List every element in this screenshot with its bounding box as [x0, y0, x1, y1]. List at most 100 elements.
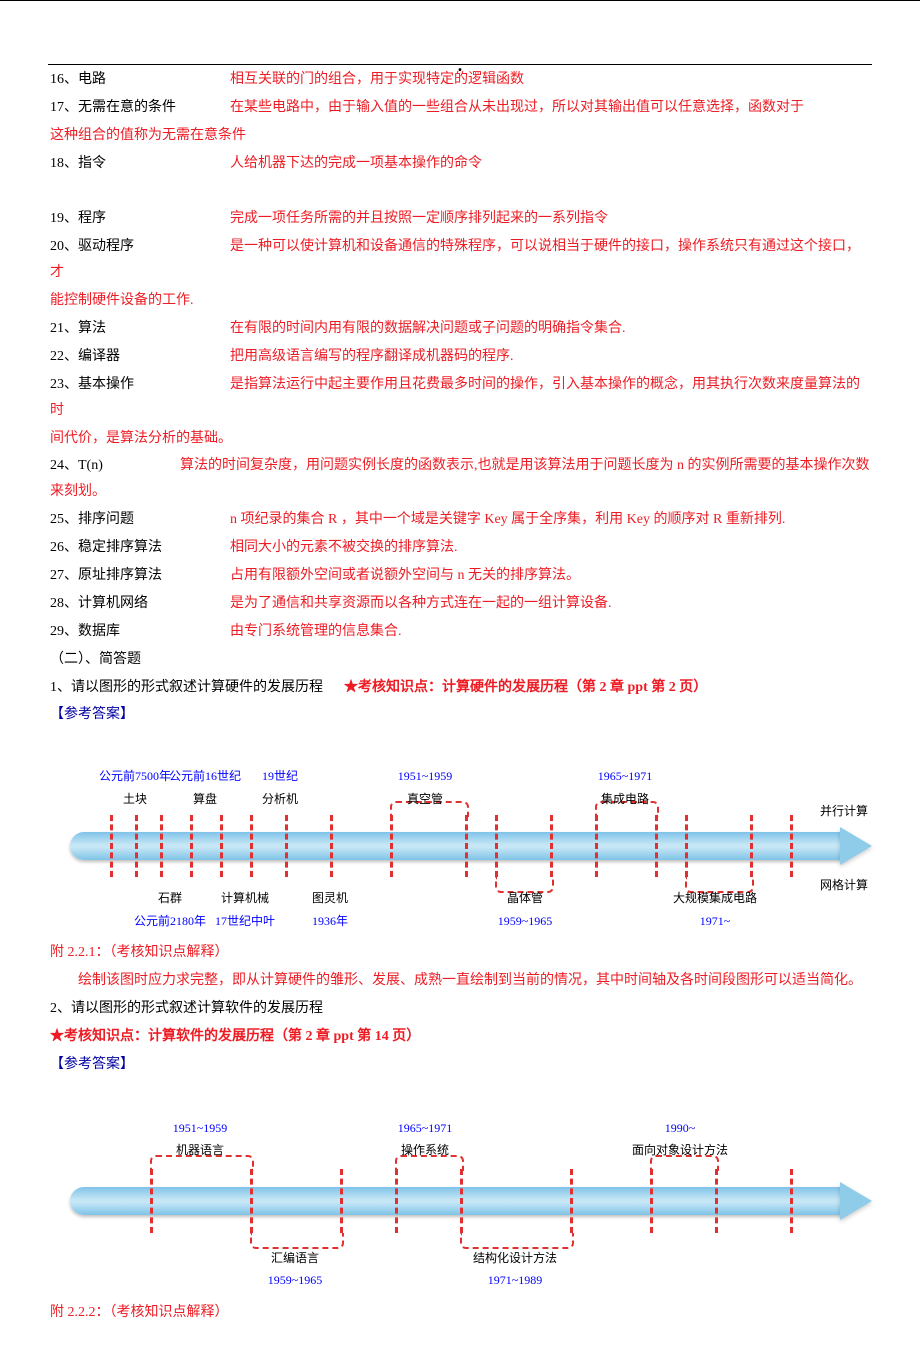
- timeline-label-top: 1951~1959机器语言: [173, 1117, 228, 1161]
- timeline-label-top: 1965~1971操作系统: [398, 1117, 453, 1161]
- timeline-label-top: 1951~1959真空管: [398, 765, 453, 809]
- q2-exam-point: ★考核知识点：计算软件的发展历程（第 2 章 ppt 第 14 页）: [50, 1023, 872, 1051]
- timeline-tick: [465, 815, 468, 877]
- section-heading: （二）、简答题: [50, 646, 872, 674]
- timeline-label-bottom: 石群公元前2180年: [134, 887, 206, 931]
- timeline-tick: [595, 815, 598, 877]
- answer-label-1: 【参考答案】: [50, 701, 872, 729]
- timeline-label-bottom: 晶体管1959~1965: [498, 887, 553, 931]
- term-label: 27、原址排序算法: [50, 563, 230, 589]
- timeline-tick: [685, 815, 688, 877]
- timeline-tick: [550, 815, 553, 877]
- timeline-arrow-icon: [840, 1182, 872, 1220]
- term-definition: 占用有限额外空间或者说额外空间与 n 无关的排序算法。: [230, 568, 580, 583]
- definition-continuation: 能控制硬件设备的工作.: [50, 287, 872, 315]
- timeline-tick: [250, 1169, 253, 1233]
- timeline-tick: [250, 815, 253, 877]
- spacer: [50, 178, 872, 206]
- timeline-label-bottom: 计算机械17世纪中叶: [215, 887, 275, 931]
- term-label: 19、程序: [50, 206, 230, 232]
- term-label: 24、T(n): [50, 453, 180, 479]
- term-definition: 完成一项任务所需的并且按照一定顺序排列起来的一系列指令: [230, 211, 608, 226]
- timeline-bar: [70, 832, 852, 860]
- timeline-tick: [395, 1169, 398, 1233]
- header-dot: .: [458, 49, 463, 82]
- timeline-arrow-icon: [840, 827, 872, 865]
- timeline-label-bottom: 大规模集成电路1971~: [673, 887, 757, 931]
- term-definition: 人给机器下达的完成一项基本操作的命令: [230, 156, 482, 171]
- term-definition: 是为了通信和共享资源而以各种方式连在一起的一组计算设备.: [230, 596, 612, 611]
- term-definition: 由专门系统管理的信息集合.: [230, 624, 402, 639]
- question-2: 2、请以图形的形式叙述计算软件的发展历程: [50, 995, 872, 1023]
- timeline-tick: [790, 815, 793, 877]
- term-definition: 相同大小的元素不被交换的排序算法.: [230, 540, 458, 555]
- term-label: 18、指令: [50, 151, 230, 177]
- timeline-label-bottom: 结构化设计方法1971~1989: [473, 1247, 557, 1291]
- timeline-tick: [150, 1169, 153, 1233]
- timeline-tick: [790, 1169, 793, 1233]
- timeline-tick: [135, 815, 138, 877]
- timeline-label-top: 1965~1971集成电路: [598, 765, 653, 809]
- q1-exam-point: ★考核知识点：计算硬件的发展历程（第 2 章 ppt 第 2 页）: [344, 680, 707, 695]
- timeline-tick: [655, 815, 658, 877]
- definition-item: 17、无需在意的条件在某些电路中，由于输入值的一些组合从未出现过，所以对其输出值…: [50, 94, 872, 122]
- timeline-label-top: 公元前16世纪算盘: [169, 765, 241, 809]
- definitions-block: 16、电路相互关联的门的组合，用于实现特定的逻辑函数17、无需在意的条件在某些电…: [50, 66, 872, 646]
- term-label: 20、驱动程序: [50, 234, 230, 260]
- term-label: 23、基本操作: [50, 372, 230, 398]
- hardware-timeline: 公元前7500年土块公元前16世纪算盘 19世纪分析机 1951~1959真空管 19…: [50, 737, 872, 927]
- definition-item: 18、指令人给机器下达的完成一项基本操作的命令: [50, 150, 872, 178]
- definition-item: 28、计算机网络是为了通信和共享资源而以各种方式连在一起的一组计算设备.: [50, 590, 872, 618]
- timeline-tick: [715, 1169, 718, 1233]
- definition-continuation: 间代价，是算法分析的基础。: [50, 425, 872, 453]
- definition-item: 24、T(n)算法的时间复杂度，用问题实例长度的函数表示,也就是用该算法用于问题…: [50, 452, 872, 506]
- term-label: 26、稳定排序算法: [50, 535, 230, 561]
- timeline-label-top: 公元前7500年土块: [99, 765, 171, 809]
- definition-continuation: 这种组合的值称为无需在意条件: [50, 122, 872, 150]
- term-label: 22、编译器: [50, 344, 230, 370]
- timeline-tick: [160, 815, 163, 877]
- timeline-tick: [110, 815, 113, 877]
- answer-label-2: 【参考答案】: [50, 1051, 872, 1079]
- timeline-tick: [495, 815, 498, 877]
- term-definition: n 项纪录的集合 R ，其中一个域是关键字 Key 属于全序集，利用 Key 的…: [230, 512, 785, 527]
- definition-item: 25、排序问题n 项纪录的集合 R ，其中一个域是关键字 Key 属于全序集，利…: [50, 506, 872, 534]
- term-label: 28、计算机网络: [50, 591, 230, 617]
- note-1-body: 绘制该图时应力求完整，即从计算硬件的雏形、发展、成熟一直绘制到当前的情况，其中时…: [50, 967, 872, 995]
- timeline-tick: [285, 815, 288, 877]
- timeline-tick: [750, 815, 753, 877]
- timeline-label-top: 1990~面向对象设计方法: [632, 1117, 728, 1161]
- timeline-label-bottom: 汇编语言1959~1965: [268, 1247, 323, 1291]
- timeline-tick: [650, 1169, 653, 1233]
- timeline-tick: [190, 815, 193, 877]
- term-label: 29、数据库: [50, 619, 230, 645]
- question-1: 1、请以图形的形式叙述计算硬件的发展历程 ★考核知识点：计算硬件的发展历程（第 …: [50, 674, 872, 702]
- definition-item: 23、基本操作是指算法运行中起主要作用且花费最多时间的操作，引入基本操作的概念，…: [50, 371, 872, 425]
- timeline-tick: [220, 815, 223, 877]
- term-label: 16、电路: [50, 67, 230, 93]
- definition-item: 26、稳定排序算法相同大小的元素不被交换的排序算法.: [50, 534, 872, 562]
- q1-text: 1、请以图形的形式叙述计算硬件的发展历程: [50, 680, 323, 695]
- document-page: . 16、电路相互关联的门的组合，用于实现特定的逻辑函数17、无需在意的条件在某…: [0, 0, 920, 1367]
- term-label: 25、排序问题: [50, 507, 230, 533]
- definition-item: 27、原址排序算法占用有限额外空间或者说额外空间与 n 无关的排序算法。: [50, 562, 872, 590]
- label-grid: 网格计算: [820, 874, 868, 896]
- timeline-label-bottom: 图灵机1936年: [312, 887, 348, 931]
- definition-item: 20、驱动程序是一种可以使计算机和设备通信的特殊程序，可以说相当于硬件的接口，操…: [50, 233, 872, 287]
- label-parallel: 并行计算: [820, 800, 868, 822]
- timeline-tick: [340, 1169, 343, 1233]
- timeline-tick: [330, 815, 333, 877]
- timeline-tick: [460, 1169, 463, 1233]
- timeline-label-top: 19世纪分析机: [262, 765, 298, 809]
- term-definition: 在某些电路中，由于输入值的一些组合从未出现过，所以对其输出值可以任意选择，函数对…: [230, 100, 804, 115]
- term-label: 17、无需在意的条件: [50, 95, 230, 121]
- timeline-tick: [390, 815, 393, 877]
- note-2-head: 附 2.2.2：（考核知识点解释）: [50, 1299, 872, 1327]
- software-timeline: 1951~1959机器语言1965~1971操作系统1990~面向对象设计方法汇…: [50, 1087, 872, 1287]
- definition-item: 21、算法在有限的时间内用有限的数据解决问题或子问题的明确指令集合.: [50, 315, 872, 343]
- term-definition: 把用高级语言编写的程序翻译成机器码的程序.: [230, 349, 514, 364]
- term-definition: 在有限的时间内用有限的数据解决问题或子问题的明确指令集合.: [230, 321, 626, 336]
- definition-item: 19、程序完成一项任务所需的并且按照一定顺序排列起来的一系列指令: [50, 205, 872, 233]
- term-label: 21、算法: [50, 316, 230, 342]
- note-1-head: 附 2.2.1：（考核知识点解释）: [50, 939, 872, 967]
